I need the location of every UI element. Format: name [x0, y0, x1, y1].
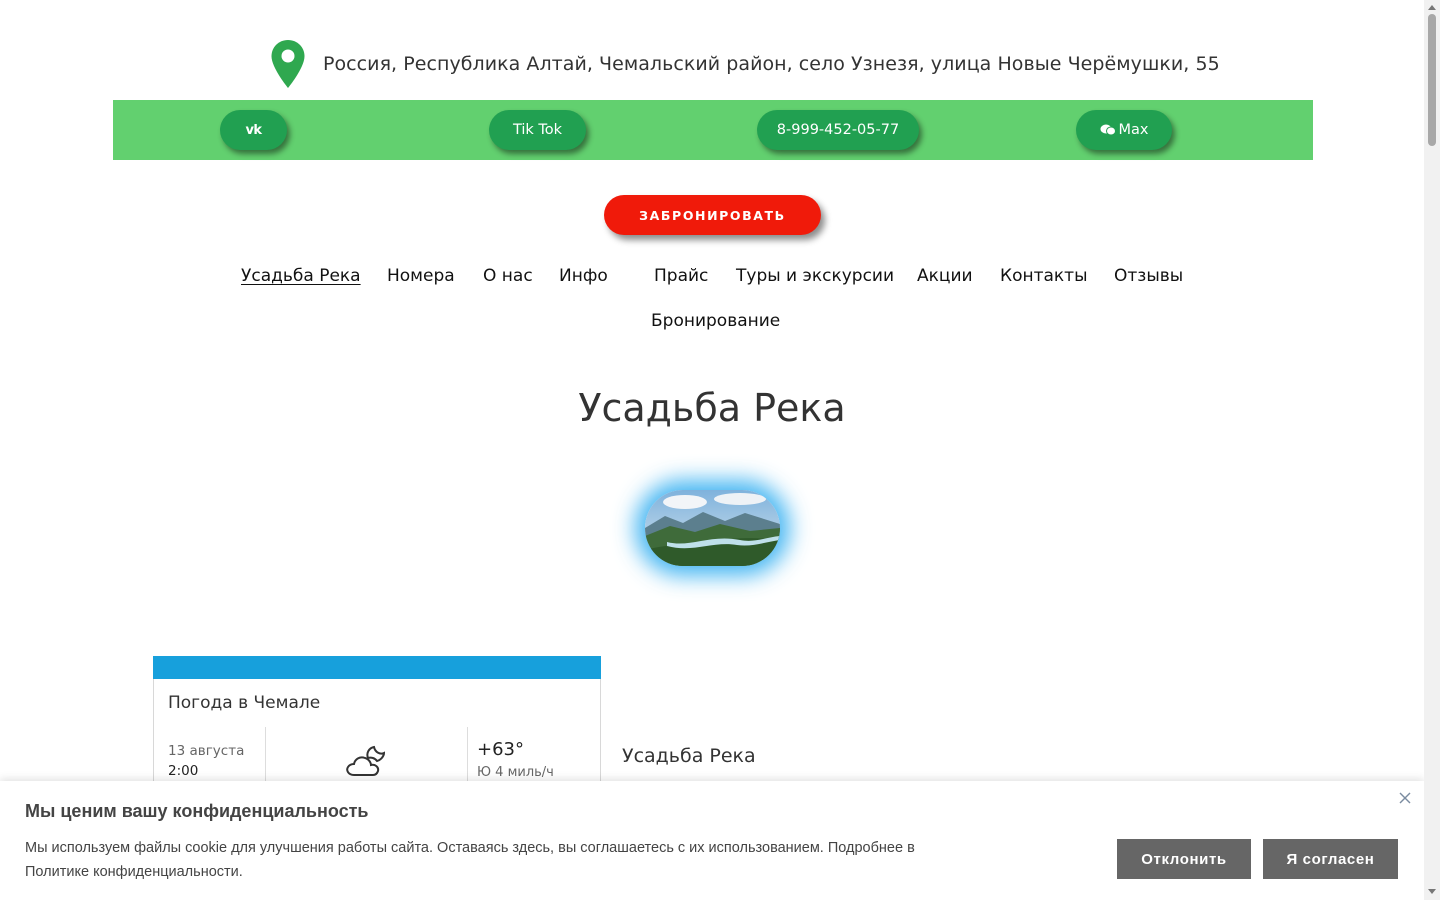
chat-icon: [1100, 124, 1116, 136]
max-label: Max: [1118, 122, 1149, 138]
book-button[interactable]: ЗАБРОНИРОВАТЬ: [604, 195, 821, 235]
address-line: Россия, Республика Алтай, Чемальский рай…: [270, 38, 1220, 90]
nav-item-home[interactable]: Усадьба Река: [241, 266, 361, 286]
section-title: Усадьба Река: [622, 745, 756, 767]
nav-item-about[interactable]: О нас: [483, 266, 533, 286]
cookie-banner: Мы ценим вашу конфиденциальность Мы испо…: [0, 781, 1424, 900]
cookie-title: Мы ценим вашу конфиденциальность: [25, 801, 369, 821]
accept-label: Я согласен: [1286, 850, 1375, 868]
tiktok-label: Tik Tok: [512, 122, 563, 138]
nav-item-tours[interactable]: Туры и экскурсии: [736, 266, 894, 286]
landscape-image: [645, 490, 780, 566]
close-icon[interactable]: [1397, 790, 1413, 806]
nav-item-reviews[interactable]: Отзывы: [1114, 266, 1183, 286]
social-bar: vk Tik Tok 8-999-452-05-77 Max: [113, 100, 1313, 160]
nav-item-info[interactable]: Инфо: [559, 266, 608, 286]
scroll-up-arrow-icon[interactable]: [1428, 5, 1436, 10]
nav-item-rooms[interactable]: Номера: [387, 266, 455, 286]
nav-item-promo[interactable]: Акции: [917, 266, 973, 286]
weather-header-bar: [153, 656, 601, 679]
weather-title: Погода в Чемале: [168, 693, 321, 713]
hero-image: [645, 490, 780, 566]
book-button-label: ЗАБРОНИРОВАТЬ: [639, 207, 786, 223]
phone-label: 8-999-452-05-77: [776, 122, 900, 138]
page-title: Усадьба Река: [578, 386, 846, 430]
scroll-thumb[interactable]: [1428, 14, 1436, 146]
decline-label: Отклонить: [1141, 850, 1227, 868]
partly-cloudy-night-icon: [346, 745, 386, 776]
max-button[interactable]: Max: [1076, 110, 1172, 150]
map-pin-icon: [271, 40, 305, 88]
cookie-text: Мы используем файлы cookie для улучшения…: [25, 840, 915, 880]
weather-date: 13 августа: [168, 743, 245, 759]
vk-button[interactable]: vk: [220, 110, 287, 150]
address-text: Россия, Республика Алтай, Чемальский рай…: [323, 53, 1220, 75]
nav-item-booking[interactable]: Бронирование: [651, 311, 780, 331]
page: Россия, Республика Алтай, Чемальский рай…: [0, 0, 1424, 900]
nav-item-price[interactable]: Прайс: [654, 266, 708, 286]
nav-item-contacts[interactable]: Контакты: [1000, 266, 1088, 286]
vk-icon: vk: [245, 122, 262, 138]
weather-time: 2:00: [168, 763, 199, 779]
tiktok-button[interactable]: Tik Tok: [489, 110, 586, 150]
weather-temperature: +63°: [477, 739, 524, 760]
accept-button[interactable]: Я согласен: [1263, 839, 1398, 879]
phone-button[interactable]: 8-999-452-05-77: [757, 110, 919, 150]
scroll-down-arrow-icon[interactable]: [1428, 889, 1436, 894]
weather-wind: Ю 4 миль/ч: [477, 765, 554, 780]
scrollbar[interactable]: [1424, 0, 1440, 900]
decline-button[interactable]: Отклонить: [1117, 839, 1251, 879]
